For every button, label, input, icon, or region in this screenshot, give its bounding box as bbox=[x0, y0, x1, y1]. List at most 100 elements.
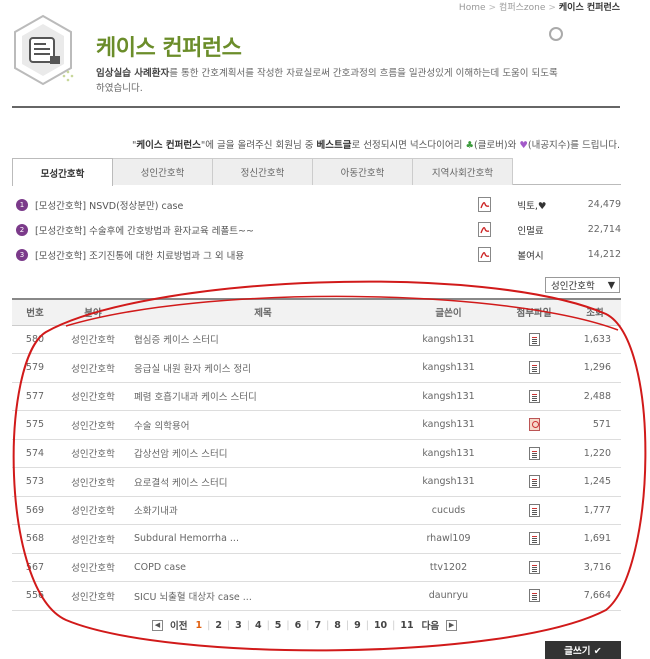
prev-page-link[interactable]: 이전 bbox=[170, 618, 187, 632]
page-link-2[interactable]: 2 bbox=[215, 620, 222, 631]
post-views: 1,220 bbox=[569, 439, 621, 468]
best-post-author[interactable]: 빅토,♥ bbox=[517, 198, 577, 212]
tab-psychiatric-nursing[interactable]: 정신간호학 bbox=[212, 158, 313, 185]
best-post-title[interactable]: [모성간호학] 조기진통에 대한 치료방법과 그 외 내용 bbox=[35, 248, 478, 262]
post-title[interactable]: Subdural Hemorrha ... bbox=[128, 524, 398, 554]
post-author[interactable]: kangsh131 bbox=[398, 467, 499, 497]
tab-adult-nursing[interactable]: 성인간호학 bbox=[112, 158, 213, 185]
breadcrumb-home[interactable]: Home bbox=[459, 3, 486, 13]
tab-maternal-nursing[interactable]: 모성간호학 bbox=[12, 158, 113, 186]
col-header-category: 분야 bbox=[58, 298, 128, 326]
tab-community-nursing[interactable]: 지역사회간호학 bbox=[412, 158, 513, 185]
page-link-3[interactable]: 3 bbox=[235, 620, 242, 631]
post-author[interactable]: kangsh131 bbox=[398, 410, 499, 440]
col-header-author: 글쓴이 bbox=[398, 298, 499, 326]
post-author[interactable]: kangsh131 bbox=[398, 325, 499, 354]
table-row: 579 성인간호학 응급실 내원 환자 케이스 정리 kangsh131 1,2… bbox=[12, 353, 621, 383]
post-title[interactable]: 수술 의학용어 bbox=[128, 410, 398, 440]
post-category: 성인간호학 bbox=[58, 382, 128, 411]
post-title[interactable]: SICU 뇌출혈 대상자 case ... bbox=[128, 581, 398, 611]
document-icon[interactable] bbox=[528, 332, 540, 346]
pdf-icon[interactable] bbox=[478, 197, 492, 212]
document-icon[interactable] bbox=[528, 361, 540, 375]
post-title[interactable]: 소화기내과 bbox=[128, 496, 398, 525]
post-category: 성인간호학 bbox=[58, 353, 128, 383]
table-row: 575 성인간호학 수술 의학용어 kangsh131 571 bbox=[12, 410, 621, 440]
category-select[interactable]: 성인간호학 ▼ bbox=[545, 277, 620, 293]
post-title[interactable]: 요로결석 케이스 스터디 bbox=[128, 467, 398, 497]
post-author[interactable]: cucuds bbox=[398, 496, 499, 525]
next-page-link[interactable]: 다음 bbox=[422, 618, 439, 632]
post-number: 575 bbox=[12, 410, 58, 440]
post-category: 성인간호학 bbox=[58, 467, 128, 497]
col-header-title: 제목 bbox=[128, 298, 398, 326]
page-description: 임상실습 사례환자를 통한 간호계획서를 작성한 자료실로써 간호과정의 흐름을… bbox=[96, 66, 566, 96]
document-icon[interactable] bbox=[528, 446, 540, 460]
post-author[interactable]: daunryu bbox=[398, 581, 499, 611]
best-post-title[interactable]: [모성간호학] NSVD(정상분만) case bbox=[35, 198, 478, 212]
post-author[interactable]: ttv1202 bbox=[398, 553, 499, 582]
page-link-7[interactable]: 7 bbox=[314, 620, 321, 631]
circle-decoration-icon bbox=[549, 27, 563, 41]
best-post[interactable]: 2 [모성간호학] 수술후에 간호방법과 환자교육 레폴트~~ 인멀료 22,7… bbox=[16, 217, 621, 242]
rank-badge: 1 bbox=[16, 198, 28, 211]
breadcrumb-zone[interactable]: 컴퍼스zone bbox=[499, 3, 545, 13]
post-category: 성인간호학 bbox=[58, 496, 128, 525]
post-title[interactable]: 갑상선암 케이스 스터디 bbox=[128, 439, 398, 468]
page-link-1[interactable]: 1 bbox=[195, 620, 202, 631]
best-post-author[interactable]: 볼여시 bbox=[517, 248, 577, 262]
best-post[interactable]: 1 [모성간호학] NSVD(정상분만) case 빅토,♥ 24,479 bbox=[16, 192, 621, 217]
page-link-5[interactable]: 5 bbox=[275, 620, 282, 631]
prev-arrow-icon[interactable]: ◀ bbox=[152, 619, 163, 631]
page-link-6[interactable]: 6 bbox=[295, 620, 302, 631]
page-link-9[interactable]: 9 bbox=[354, 620, 361, 631]
post-number: 574 bbox=[12, 439, 58, 468]
post-author[interactable]: kangsh131 bbox=[398, 439, 499, 468]
post-category: 성인간호학 bbox=[58, 581, 128, 611]
document-icon[interactable] bbox=[528, 389, 540, 403]
document-icon[interactable] bbox=[528, 503, 540, 517]
table-row: 577 성인간호학 폐렴 호흡기내과 케이스 스터디 kangsh131 2,4… bbox=[12, 382, 621, 411]
image-file-icon[interactable] bbox=[528, 418, 540, 432]
document-icon[interactable] bbox=[528, 589, 540, 603]
best-post-title[interactable]: [모성간호학] 수술후에 간호방법과 환자교육 레폴트~~ bbox=[35, 223, 478, 237]
document-icon[interactable] bbox=[528, 532, 540, 546]
document-icon[interactable] bbox=[528, 475, 540, 489]
next-arrow-icon[interactable]: ▶ bbox=[446, 619, 458, 631]
write-post-button[interactable]: 글쓰기 ✔ bbox=[545, 641, 621, 659]
rank-badge: 2 bbox=[16, 223, 28, 236]
post-author[interactable]: kangsh131 bbox=[398, 382, 499, 411]
pdf-icon[interactable] bbox=[478, 222, 492, 237]
page-link-4[interactable]: 4 bbox=[255, 620, 262, 631]
breadcrumb: Home > 컴퍼스zone > 케이스 컨퍼런스 bbox=[458, 3, 620, 13]
post-title[interactable]: 협심증 케이스 스터디 bbox=[128, 325, 398, 354]
post-category: 성인간호학 bbox=[58, 410, 128, 440]
best-post-views: 14,212 bbox=[587, 249, 621, 260]
page-link-8[interactable]: 8 bbox=[334, 620, 341, 631]
post-views: 2,488 bbox=[569, 382, 621, 411]
description-highlight: 임상실습 사례환자 bbox=[96, 68, 170, 79]
post-number: 573 bbox=[12, 467, 58, 497]
post-views: 1,245 bbox=[569, 467, 621, 497]
post-author[interactable]: kangsh131 bbox=[398, 353, 499, 383]
post-title[interactable]: 응급실 내원 환자 케이스 정리 bbox=[128, 353, 398, 383]
page-link-11[interactable]: 11 bbox=[400, 620, 413, 631]
col-header-number: 번호 bbox=[12, 298, 58, 326]
best-post-author[interactable]: 인멀료 bbox=[517, 223, 577, 237]
rank-badge: 3 bbox=[16, 248, 28, 261]
page-link-10[interactable]: 10 bbox=[374, 620, 387, 631]
pagination: ◀ 이전 1 | 2 | 3 | 4 | 5 | 6 | 7 | 8 | 9 | 10 | 11 다… bbox=[148, 618, 461, 632]
tab-pediatric-nursing[interactable]: 아동간호학 bbox=[312, 158, 413, 185]
pdf-icon[interactable] bbox=[478, 247, 492, 262]
category-select-value: 성인간호학 bbox=[551, 281, 595, 292]
page-title: 케이스 컨퍼런스 bbox=[96, 36, 242, 61]
post-views: 3,716 bbox=[569, 553, 621, 582]
post-number: 568 bbox=[12, 524, 58, 554]
post-title[interactable]: 폐렴 호흡기내과 케이스 스터디 bbox=[128, 382, 398, 411]
document-icon[interactable] bbox=[528, 560, 540, 574]
post-author[interactable]: rhawl109 bbox=[398, 524, 499, 554]
post-number: 569 bbox=[12, 496, 58, 525]
post-title[interactable]: COPD case bbox=[128, 553, 398, 582]
post-views: 1,296 bbox=[569, 353, 621, 383]
best-post[interactable]: 3 [모성간호학] 조기진통에 대한 치료방법과 그 외 내용 볼여시 14,2… bbox=[16, 242, 621, 267]
